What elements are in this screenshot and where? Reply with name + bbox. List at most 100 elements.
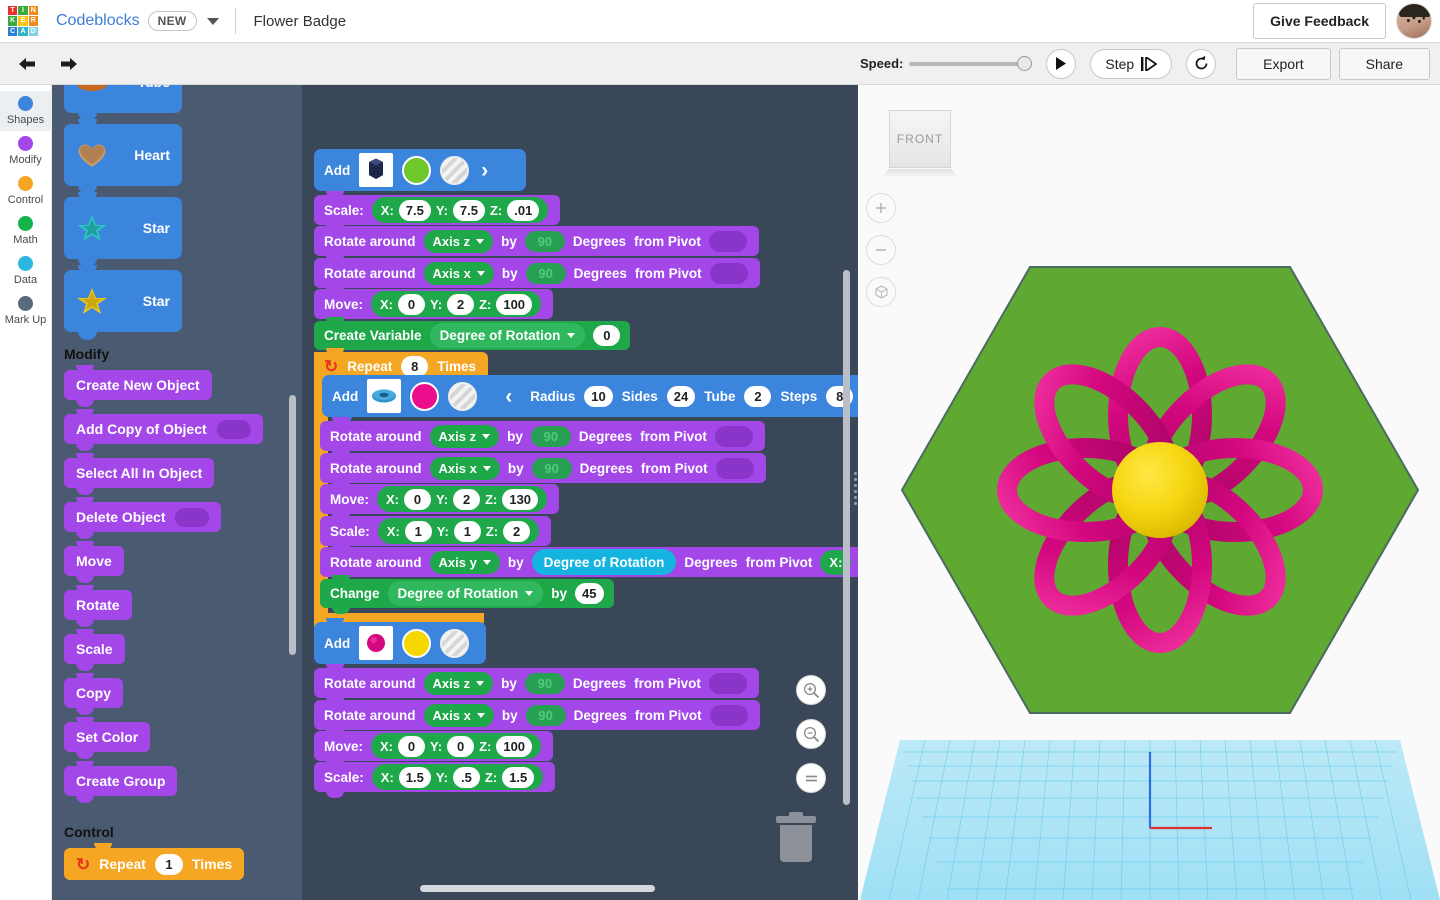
script-block-add-sphere[interactable]: Add [314, 618, 486, 670]
param-radius-input[interactable]: 10 [584, 385, 613, 407]
redo-icon[interactable] [52, 47, 86, 81]
script-block-scale-3[interactable]: Scale: X: 1.5 Y: .5 Z: 1.5 [314, 758, 556, 798]
canvas-zoom-out-button[interactable] [796, 719, 826, 749]
variable-chip-degree-of-rotation[interactable]: Degree of Rotation [531, 549, 677, 575]
param-sides-input[interactable]: 24 [666, 385, 696, 407]
viewport-fit-all-button[interactable] [866, 277, 896, 307]
object-slot[interactable] [175, 507, 210, 527]
pivot-slot[interactable] [708, 672, 747, 694]
scale-z-input[interactable]: 2 [503, 520, 531, 542]
pivot-slot[interactable] [715, 457, 754, 479]
pivot-slot[interactable] [709, 704, 748, 726]
scale-x-input[interactable]: 1 [404, 520, 432, 542]
palette-block-copy[interactable]: Copy [64, 673, 123, 715]
rail-item-modify[interactable]: Modify [0, 131, 52, 171]
param-tube-input[interactable]: 2 [744, 385, 772, 407]
scale-z-input[interactable]: .01 [507, 199, 540, 221]
app-name-link[interactable]: Codeblocks [56, 12, 140, 30]
color-swatch-pink[interactable] [410, 381, 440, 411]
script-block-rotate-z-2[interactable]: Rotate around Axis z by 90 Degrees from … [320, 417, 765, 457]
script-block-rotate-z-3[interactable]: Rotate around Axis z by 90 Degrees from … [314, 664, 759, 704]
hatch-swatch[interactable] [448, 381, 478, 411]
hatch-swatch[interactable] [440, 155, 470, 185]
change-amount-input[interactable]: 45 [575, 583, 604, 604]
script-block-create-variable[interactable]: Create Variable Degree of Rotation 0 [314, 317, 631, 356]
user-avatar[interactable] [1396, 3, 1432, 39]
tinkercad-logo[interactable]: T I N K E R C A D [8, 6, 38, 36]
script-block-rotate-y-variable[interactable]: Rotate around Axis y by Degree of Rotati… [320, 543, 858, 583]
axis-dropdown[interactable]: Axis z [429, 424, 500, 448]
script-block-scale-2[interactable]: Scale: X: 1 Y: 1 Z: 2 [320, 512, 552, 552]
palette-block-repeat[interactable]: ↻ Repeat 1 Times [64, 843, 245, 880]
rail-item-markup[interactable]: Mark Up [0, 291, 52, 331]
move-y-input[interactable]: 2 [447, 293, 475, 315]
viewport-zoom-in-button[interactable] [866, 193, 896, 223]
sphere-icon[interactable] [359, 626, 394, 660]
script-block-rotate-x-2[interactable]: Rotate around Axis x by 90 Degrees from … [320, 449, 766, 489]
variable-dropdown[interactable]: Degree of Rotation [429, 323, 586, 348]
canvas-horizontal-scrollbar[interactable] [420, 885, 655, 892]
chevron-down-icon[interactable] [206, 17, 219, 25]
document-title[interactable]: Flower Badge [254, 13, 347, 30]
move-z-input[interactable]: 100 [496, 293, 533, 315]
script-block-scale-1[interactable]: Scale: X: 7.5 Y: 7.5 Z: .01 [314, 191, 561, 231]
degrees-input[interactable]: 90 [524, 672, 565, 694]
axis-dropdown[interactable]: Axis z [423, 229, 494, 253]
speed-slider-thumb[interactable] [1017, 56, 1033, 71]
code-canvas[interactable]: Add › Scale: X: 7.5 Y: 7.5 Z: .01 Rotate… [302, 85, 858, 900]
export-button[interactable]: Export [1236, 47, 1331, 80]
rail-item-shapes[interactable]: Shapes [0, 91, 52, 131]
chevron-right-icon[interactable]: › [478, 160, 491, 181]
palette-block-add-copy-of-object[interactable]: Add Copy of Object [64, 409, 263, 451]
restart-button[interactable] [1186, 48, 1217, 79]
3d-viewport[interactable]: FRONT [860, 85, 1440, 900]
palette-block-select-all-in-object[interactable]: Select All In Object [64, 453, 215, 495]
move-x-input[interactable]: 0 [398, 293, 426, 315]
script-block-rotate-x-3[interactable]: Rotate around Axis x by 90 Degrees from … [314, 696, 760, 736]
color-swatch-yellow[interactable] [402, 628, 432, 658]
speed-slider[interactable] [909, 56, 1033, 71]
canvas-vertical-scrollbar[interactable] [843, 270, 850, 805]
palette-shape-tube[interactable]: Tube [64, 85, 182, 121]
move-y-input[interactable]: 2 [453, 488, 481, 510]
rail-item-control[interactable]: Control [0, 171, 52, 211]
palette-block-create-new-object[interactable]: Create New Object [64, 365, 212, 407]
undo-icon[interactable] [10, 47, 44, 81]
palette-block-delete-object[interactable]: Delete Object [64, 497, 222, 539]
step-button[interactable]: Step [1090, 48, 1173, 79]
script-block-rotate-x-1[interactable]: Rotate around Axis x by 90 Degrees from … [314, 254, 760, 294]
trash-icon[interactable] [776, 812, 816, 862]
palette-scrollbar[interactable] [289, 395, 296, 655]
repeat-count-input[interactable]: 1 [154, 853, 183, 875]
move-z-input[interactable]: 130 [502, 488, 539, 510]
canvas-fit-button[interactable] [796, 763, 826, 793]
object-slot[interactable] [216, 419, 251, 439]
scale-x-input[interactable]: 7.5 [398, 199, 431, 221]
axis-dropdown[interactable]: Axis x [429, 456, 500, 480]
move-z-input[interactable]: 100 [496, 735, 533, 757]
degrees-input[interactable]: 90 [525, 704, 566, 726]
share-button[interactable]: Share [1338, 47, 1430, 80]
palette-block-scale[interactable]: Scale [64, 629, 125, 671]
variable-dropdown[interactable]: Degree of Rotation [387, 581, 544, 606]
script-block-add-hexagon[interactable]: Add › [314, 149, 526, 197]
pivot-slot[interactable] [708, 230, 747, 252]
repeat-count-input[interactable]: 8 [401, 355, 429, 377]
palette-block-rotate[interactable]: Rotate [64, 585, 132, 627]
axis-dropdown[interactable]: Axis x [423, 703, 494, 727]
pivot-slot[interactable] [714, 425, 753, 447]
scale-x-input[interactable]: 1.5 [398, 766, 431, 788]
viewport-zoom-out-button[interactable] [866, 235, 896, 265]
color-swatch-green[interactable] [402, 155, 432, 185]
palette-block-set-color[interactable]: Set Color [64, 717, 151, 759]
palette-shape-star-yellow[interactable]: Star [64, 265, 182, 340]
script-block-add-torus[interactable]: Add ‹ Radius 10 Sides 24 Tube 2 Steps 8 [322, 375, 858, 423]
move-x-input[interactable]: 0 [398, 735, 426, 757]
script-block-move-2[interactable]: Move: X: 0 Y: 2 Z: 130 [320, 480, 560, 520]
palette-shape-star-teal[interactable]: Star [64, 192, 182, 267]
rail-item-math[interactable]: Math [0, 211, 52, 251]
give-feedback-button[interactable]: Give Feedback [1253, 3, 1386, 39]
degrees-input[interactable]: 90 [525, 262, 566, 284]
scale-y-input[interactable]: 1 [453, 520, 481, 542]
move-y-input[interactable]: 0 [447, 735, 475, 757]
